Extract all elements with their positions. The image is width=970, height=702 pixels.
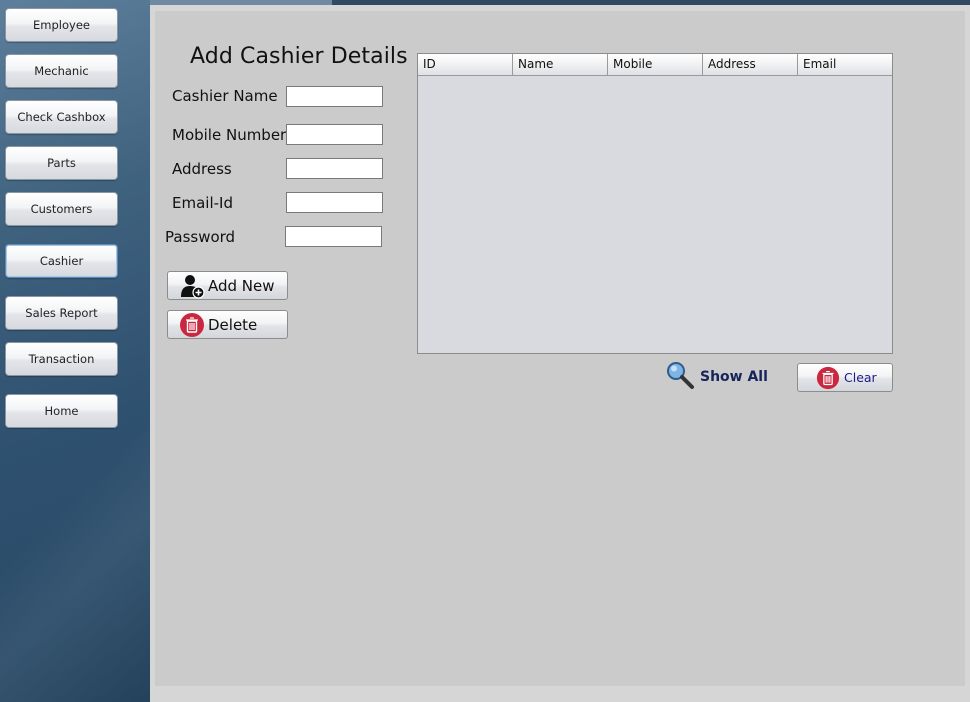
form-title: Add Cashier Details bbox=[190, 44, 408, 69]
email-id-input[interactable] bbox=[286, 192, 383, 213]
trash-icon bbox=[179, 312, 205, 338]
column-header-id[interactable]: ID bbox=[418, 54, 513, 76]
cashier-name-label: Cashier Name bbox=[172, 87, 278, 105]
password-input[interactable] bbox=[285, 226, 382, 247]
column-header-address[interactable]: Address bbox=[703, 54, 798, 76]
address-label: Address bbox=[172, 160, 232, 178]
column-header-email[interactable]: Email bbox=[798, 54, 892, 76]
nav-home-button[interactable]: Home bbox=[5, 394, 118, 428]
cashier-table[interactable]: ID Name Mobile Address Email bbox=[417, 53, 893, 354]
sidebar-shade bbox=[0, 380, 150, 702]
mobile-number-input[interactable] bbox=[286, 124, 383, 145]
nav-customers-button[interactable]: Customers bbox=[5, 192, 118, 226]
nav-mechanic-button[interactable]: Mechanic bbox=[5, 54, 118, 88]
search-icon bbox=[665, 360, 695, 394]
sidebar: Employee Mechanic Check Cashbox Parts Cu… bbox=[0, 0, 150, 702]
nav-check-cashbox-button[interactable]: Check Cashbox bbox=[5, 100, 118, 134]
nav-employee-button[interactable]: Employee bbox=[5, 8, 118, 42]
trash-icon bbox=[816, 366, 840, 390]
mobile-number-label: Mobile Number bbox=[172, 126, 287, 144]
address-input[interactable] bbox=[286, 158, 383, 179]
column-header-mobile[interactable]: Mobile bbox=[608, 54, 703, 76]
show-all-button[interactable]: Show All bbox=[665, 362, 768, 392]
add-new-label: Add New bbox=[208, 276, 275, 295]
nav-cashier-button[interactable]: Cashier bbox=[5, 244, 118, 278]
nav-sales-report-button[interactable]: Sales Report bbox=[5, 296, 118, 330]
add-new-button[interactable]: Add New bbox=[167, 271, 288, 300]
email-id-label: Email-Id bbox=[172, 194, 233, 212]
password-label: Password bbox=[165, 228, 236, 246]
nav-parts-button[interactable]: Parts bbox=[5, 146, 118, 180]
show-all-label: Show All bbox=[700, 369, 768, 385]
table-header: ID Name Mobile Address Email bbox=[418, 54, 892, 76]
delete-label: Delete bbox=[208, 315, 258, 334]
clear-button[interactable]: Clear bbox=[797, 363, 893, 392]
add-user-icon bbox=[179, 273, 205, 299]
delete-button[interactable]: Delete bbox=[167, 310, 288, 339]
nav-transaction-button[interactable]: Transaction bbox=[5, 342, 118, 376]
column-header-name[interactable]: Name bbox=[513, 54, 608, 76]
cashier-name-input[interactable] bbox=[286, 86, 383, 107]
clear-label: Clear bbox=[844, 370, 877, 385]
